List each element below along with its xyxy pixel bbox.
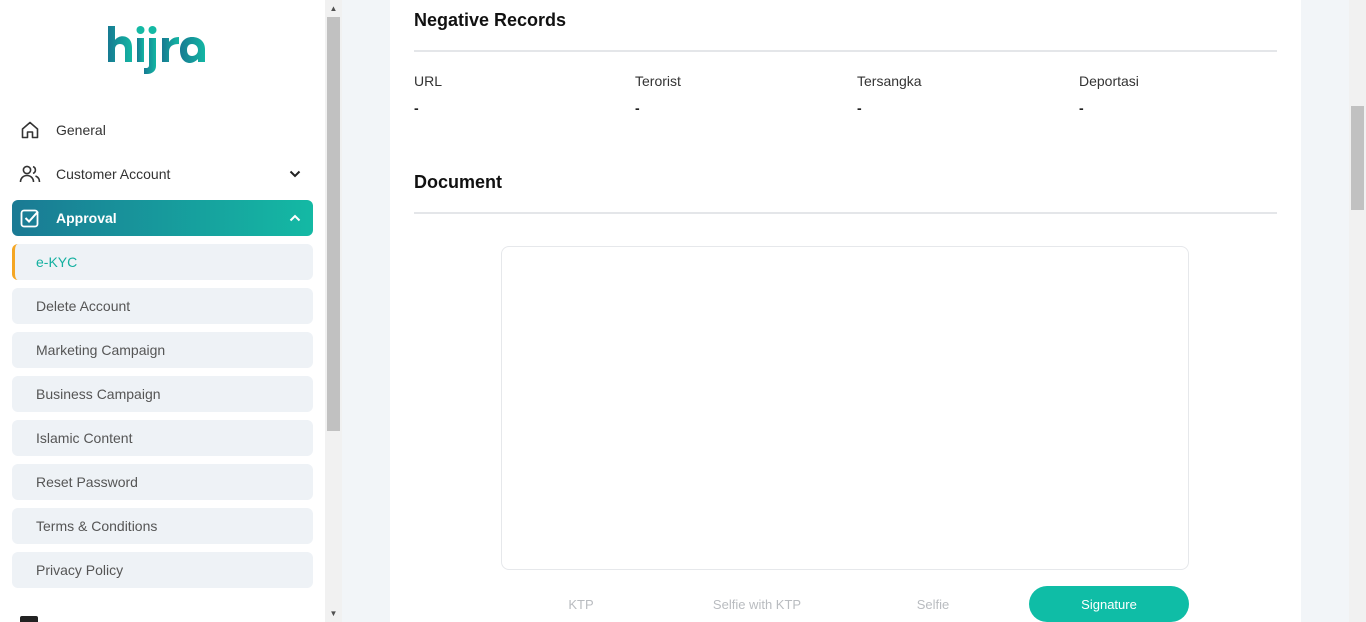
sidebar-item-label: Reset Password [36,474,138,490]
users-icon [18,162,42,186]
checkbox-icon [18,206,42,230]
nav-general-label: General [56,122,106,138]
document-title: Document [414,172,503,192]
sidebar-item-label: Islamic Content [36,430,133,446]
sidebar-item-label: Privacy Policy [36,562,124,578]
sidebar-item-business-campaign[interactable]: Business Campaign [12,376,313,412]
nav-customer-account[interactable]: Customer Account [12,156,313,192]
scroll-down-arrow-icon[interactable]: ▼ [325,605,342,622]
sidebar-item-label: Business Campaign [36,386,161,402]
tab-ktp[interactable]: KTP [521,586,641,622]
sidebar-item-delete-account[interactable]: Delete Account [12,288,313,324]
field-value-terorist: - [635,100,640,116]
field-value-url: - [414,100,419,116]
sidebar-item-label: Delete Account [36,298,131,314]
field-label-terorist: Terorist [635,73,681,89]
sidebar: General Customer Account Approval e-KYC … [0,0,325,622]
tab-selfie[interactable]: Selfie [873,586,993,622]
hijra-logo-mark [108,26,205,74]
nav-approval[interactable]: Approval [12,200,313,236]
tab-selfie-with-ktp[interactable]: Selfie with KTP [692,586,822,622]
sidebar-scrollbar-thumb[interactable] [327,17,340,431]
sidebar-item-ekyc[interactable]: e-KYC [12,244,313,280]
sidebar-item-islamic-content[interactable]: Islamic Content [12,420,313,456]
field-label-deportasi: Deportasi [1079,73,1139,89]
chevron-up-icon[interactable] [287,210,303,226]
document-preview [501,246,1189,570]
sidebar-item-marketing-campaign[interactable]: Marketing Campaign [12,332,313,368]
sidebar-item-label: Terms & Conditions [36,518,158,534]
nav-general[interactable]: General [12,112,313,148]
tab-signature[interactable]: Signature [1029,586,1189,622]
field-value-deportasi: - [1079,100,1084,116]
sidebar-item-terms-conditions[interactable]: Terms & Conditions [12,508,313,544]
divider [414,50,1277,52]
hijra-logo[interactable] [104,20,222,76]
next-nav-icon-peek [20,616,38,622]
sidebar-item-label: e-KYC [36,254,78,270]
sidebar-item-label: Marketing Campaign [36,342,166,358]
field-label-tersangka: Tersangka [857,73,922,89]
nav-customer-account-label: Customer Account [56,166,171,182]
chevron-down-icon[interactable] [287,166,303,182]
sidebar-scrollbar[interactable]: ▲ ▼ [325,0,342,622]
nav-approval-label: Approval [56,210,117,226]
field-value-tersangka: - [857,100,862,116]
sidebar-item-privacy-policy[interactable]: Privacy Policy [12,552,313,588]
page-scrollbar[interactable] [1349,0,1366,622]
field-label-url: URL [414,73,443,89]
scroll-up-arrow-icon[interactable]: ▲ [325,0,342,17]
main-content: Negative Records URL - Terorist - Tersan… [390,0,1301,622]
home-icon [18,118,42,142]
negative-records-title: Negative Records [414,10,567,30]
sidebar-item-reset-password[interactable]: Reset Password [12,464,313,500]
page-scrollbar-thumb[interactable] [1351,106,1364,210]
divider [414,212,1277,214]
